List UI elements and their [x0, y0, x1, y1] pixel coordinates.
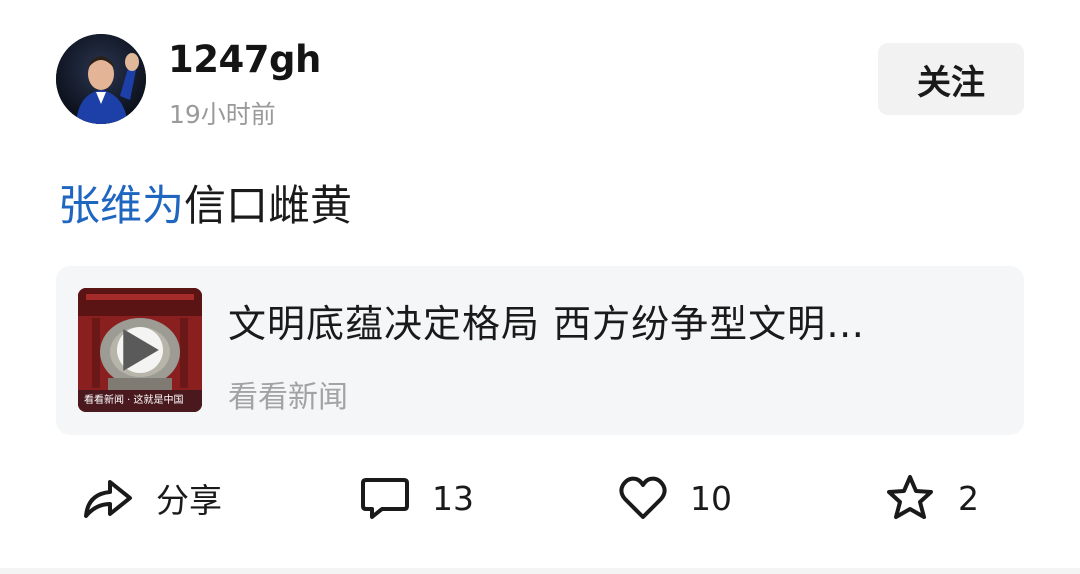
post-text: 信口雌黄 [184, 181, 353, 230]
favorite-button[interactable]: 2 [884, 470, 979, 526]
favorite-count: 2 [958, 478, 979, 518]
post-content: 张维为信口雌黄 [58, 180, 352, 232]
follow-button[interactable]: 关注 [878, 43, 1024, 115]
video-thumbnail[interactable]: 看看新闻 · 这就是中国 [78, 288, 202, 412]
post-timestamp: 19小时前 [169, 100, 276, 129]
post-divider [0, 568, 1080, 574]
comment-button[interactable]: 13 [360, 470, 474, 526]
star-icon [887, 475, 933, 519]
card-source: 看看新闻 [228, 380, 348, 415]
avatar[interactable] [56, 34, 146, 124]
thumbnail-caption: 看看新闻 · 这就是中国 [78, 390, 202, 412]
shared-video-card[interactable]: 看看新闻 · 这就是中国 文明底蕴决定格局 西方纷争型文明… 看看新闻 [56, 266, 1024, 435]
like-count: 10 [690, 478, 732, 518]
comment-count: 13 [432, 478, 474, 518]
username[interactable]: 1247gh [168, 38, 321, 81]
share-button[interactable]: 分享 [82, 470, 222, 526]
like-button[interactable]: 10 [618, 470, 732, 526]
comment-icon [361, 478, 409, 519]
share-icon [84, 480, 132, 518]
play-icon[interactable] [117, 327, 163, 373]
share-label: 分享 [156, 481, 222, 520]
feed-post: 1247gh 19小时前 关注 张维为信口雌黄 看看新闻 · 这就是中国 文明底… [0, 0, 1080, 574]
avatar-image [56, 34, 146, 124]
topic-link[interactable]: 张维为 [58, 181, 184, 230]
card-title: 文明底蕴决定格局 西方纷争型文明… [228, 302, 866, 346]
heart-icon [619, 476, 667, 519]
